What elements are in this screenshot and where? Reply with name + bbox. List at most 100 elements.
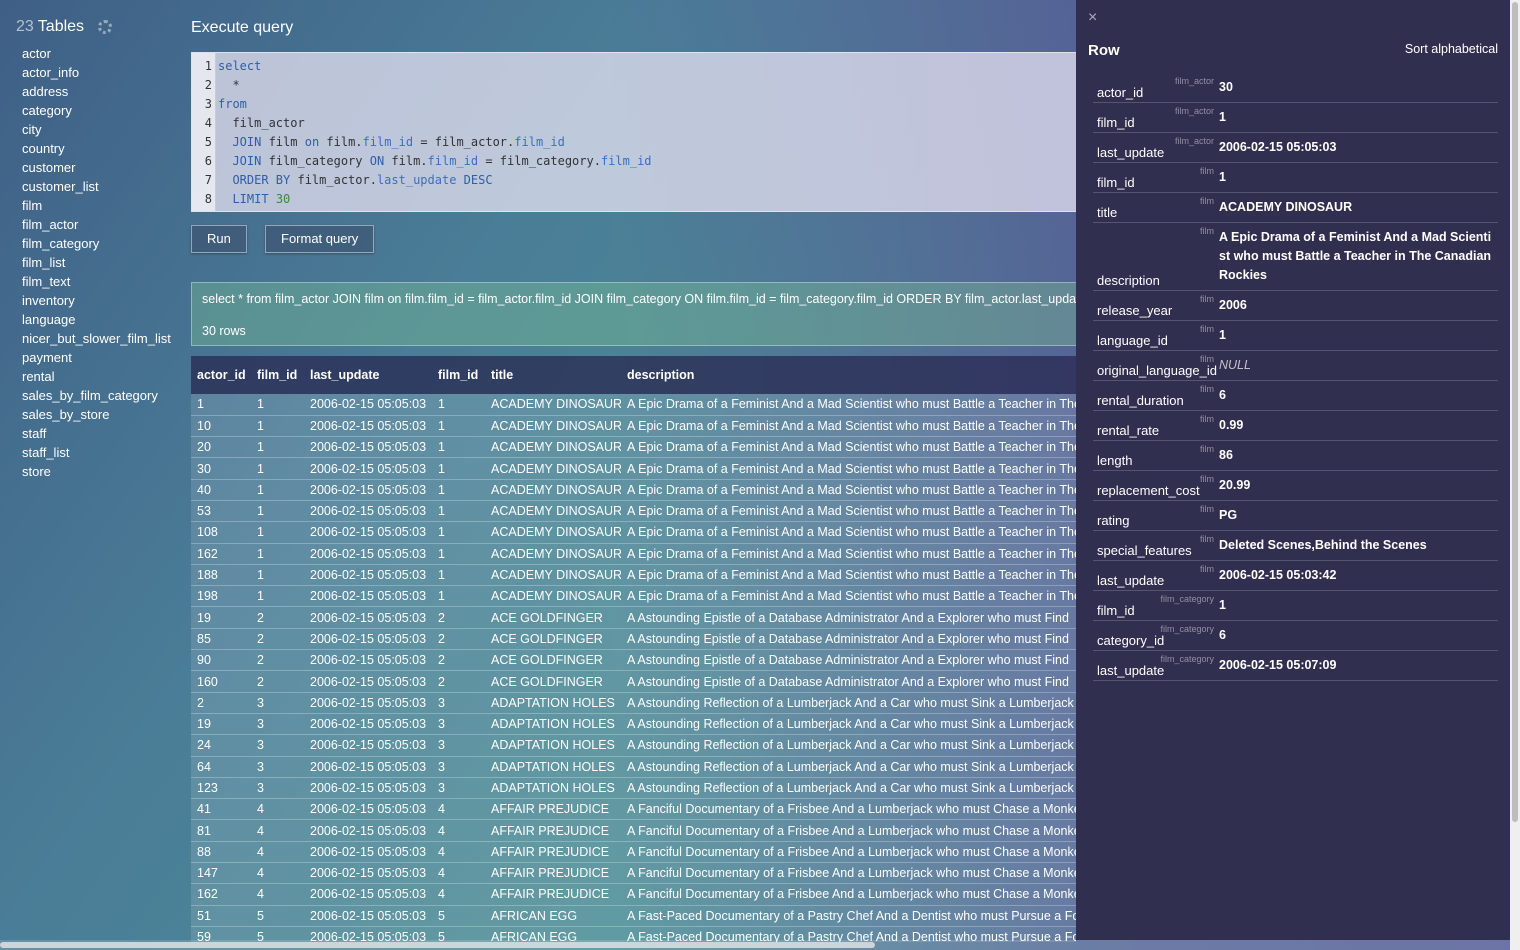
table-row[interactable]: 10 1 2006-02-15 05:05:03 1 ACADEMY DINOSAUR A…	[191, 415, 1076, 438]
sidebar-item-address[interactable]: address	[22, 82, 180, 101]
table-cell-film_id[interactable]: 1	[432, 415, 485, 438]
table-row[interactable]: 108 1 2006-02-15 05:05:03 1 ACADEMY DINOSAUR…	[191, 521, 1076, 544]
column-header-title[interactable]: title	[485, 356, 621, 394]
table-cell-film_id[interactable]: 3	[432, 756, 485, 778]
table-cell-description[interactable]: A Epic Drama of a Feminist And a Mad Sci…	[621, 564, 1076, 587]
table-cell-last_update[interactable]: 2006-02-15 05:05:03	[304, 585, 432, 608]
table-cell-film_id[interactable]: 3	[251, 734, 304, 757]
table-row[interactable]: 123 3 2006-02-15 05:05:03 3 ADAPTATION HOLES…	[191, 777, 1076, 800]
table-cell-actor_id[interactable]: 30	[191, 457, 251, 480]
table-cell-film_id[interactable]: 4	[432, 798, 485, 821]
table-cell-last_update[interactable]: 2006-02-15 05:05:03	[304, 479, 432, 501]
sidebar-item-language[interactable]: language	[22, 310, 180, 329]
column-header-description[interactable]: description	[621, 356, 1076, 394]
table-cell-last_update[interactable]: 2006-02-15 05:05:03	[304, 756, 432, 778]
table-row[interactable]: 198 1 2006-02-15 05:05:03 1 ACADEMY DINOSAUR…	[191, 585, 1076, 608]
table-cell-last_update[interactable]: 2006-02-15 05:05:03	[304, 819, 432, 842]
table-row[interactable]: 162 4 2006-02-15 05:05:03 4 AFFAIR PREJUDICE…	[191, 883, 1076, 906]
table-cell-film_id[interactable]: 3	[432, 713, 485, 736]
table-cell-actor_id[interactable]: 88	[191, 841, 251, 864]
table-cell-description[interactable]: A Epic Drama of a Feminist And a Mad Sci…	[621, 585, 1076, 608]
table-cell-last_update[interactable]: 2006-02-15 05:05:03	[304, 500, 432, 523]
sidebar-item-actor[interactable]: actor	[22, 44, 180, 63]
table-row[interactable]: 90 2 2006-02-15 05:05:03 2 ACE GOLDFINGER A A…	[191, 649, 1076, 672]
table-cell-actor_id[interactable]: 160	[191, 670, 251, 693]
sidebar-item-customer[interactable]: customer	[22, 158, 180, 177]
table-cell-description[interactable]: A Epic Drama of a Feminist And a Mad Sci…	[621, 415, 1076, 438]
table-row[interactable]: 41 4 2006-02-15 05:05:03 4 AFFAIR PREJUDICE A…	[191, 798, 1076, 821]
table-cell-film_id[interactable]: 1	[251, 436, 304, 459]
table-cell-last_update[interactable]: 2006-02-15 05:05:03	[304, 394, 432, 416]
table-cell-film_id[interactable]: 1	[251, 564, 304, 587]
table-row[interactable]: 30 1 2006-02-15 05:05:03 1 ACADEMY DINOSAUR A…	[191, 457, 1076, 480]
column-header-film_id[interactable]: film_id	[432, 356, 485, 394]
table-cell-film_id[interactable]: 1	[251, 585, 304, 608]
table-cell-description[interactable]: A Astounding Epistle of a Database Admin…	[621, 628, 1076, 651]
table-cell-last_update[interactable]: 2006-02-15 05:05:03	[304, 713, 432, 736]
table-cell-actor_id[interactable]: 162	[191, 543, 251, 565]
table-cell-title[interactable]: ACE GOLDFINGER	[485, 606, 621, 629]
table-cell-film_id[interactable]: 4	[432, 841, 485, 864]
table-cell-film_id[interactable]: 3	[251, 713, 304, 736]
table-cell-title[interactable]: AFFAIR PREJUDICE	[485, 798, 621, 821]
table-cell-last_update[interactable]: 2006-02-15 05:05:03	[304, 692, 432, 714]
table-cell-last_update[interactable]: 2006-02-15 05:05:03	[304, 543, 432, 565]
table-cell-film_id[interactable]: 5	[432, 905, 485, 927]
sidebar-item-city[interactable]: city	[22, 120, 180, 139]
table-cell-actor_id[interactable]: 19	[191, 606, 251, 629]
table-cell-film_id[interactable]: 1	[251, 394, 304, 416]
table-cell-film_id[interactable]: 3	[432, 777, 485, 800]
table-cell-title[interactable]: ACE GOLDFINGER	[485, 670, 621, 693]
sidebar-item-payment[interactable]: payment	[22, 348, 180, 367]
run-button[interactable]: Run	[191, 225, 247, 253]
table-cell-actor_id[interactable]: 51	[191, 905, 251, 927]
table-cell-film_id[interactable]: 3	[251, 692, 304, 714]
table-cell-last_update[interactable]: 2006-02-15 05:05:03	[304, 798, 432, 821]
table-cell-film_id[interactable]: 4	[432, 883, 485, 906]
table-cell-actor_id[interactable]: 162	[191, 883, 251, 906]
table-cell-description[interactable]: A Astounding Epistle of a Database Admin…	[621, 606, 1076, 629]
table-row[interactable]: 20 1 2006-02-15 05:05:03 1 ACADEMY DINOSAUR A…	[191, 436, 1076, 459]
table-row[interactable]: 19 2 2006-02-15 05:05:03 2 ACE GOLDFINGER A A…	[191, 606, 1076, 629]
table-cell-title[interactable]: AFFAIR PREJUDICE	[485, 819, 621, 842]
table-cell-actor_id[interactable]: 24	[191, 734, 251, 757]
table-row[interactable]: 2 3 2006-02-15 05:05:03 3 ADAPTATION HOLES A …	[191, 692, 1076, 714]
table-cell-title[interactable]: ACADEMY DINOSAUR	[485, 436, 621, 459]
table-cell-description[interactable]: A Epic Drama of a Feminist And a Mad Sci…	[621, 479, 1076, 501]
table-cell-description[interactable]: A Epic Drama of a Feminist And a Mad Sci…	[621, 436, 1076, 459]
sidebar-item-film_category[interactable]: film_category	[22, 234, 180, 253]
sidebar-item-nicer_but_slower_film_list[interactable]: nicer_but_slower_film_list	[22, 329, 180, 348]
table-cell-description[interactable]: A Astounding Reflection of a Lumberjack …	[621, 734, 1076, 757]
table-cell-last_update[interactable]: 2006-02-15 05:05:03	[304, 862, 432, 885]
table-cell-actor_id[interactable]: 147	[191, 862, 251, 885]
sidebar-item-staff[interactable]: staff	[22, 424, 180, 443]
table-cell-description[interactable]: A Epic Drama of a Feminist And a Mad Sci…	[621, 521, 1076, 544]
table-cell-title[interactable]: ADAPTATION HOLES	[485, 692, 621, 714]
table-cell-last_update[interactable]: 2006-02-15 05:05:03	[304, 415, 432, 438]
table-cell-film_id[interactable]: 2	[251, 628, 304, 651]
sidebar-item-inventory[interactable]: inventory	[22, 291, 180, 310]
table-cell-actor_id[interactable]: 1	[191, 394, 251, 416]
table-cell-last_update[interactable]: 2006-02-15 05:05:03	[304, 521, 432, 544]
table-cell-actor_id[interactable]: 108	[191, 521, 251, 544]
table-cell-title[interactable]: AFFAIR PREJUDICE	[485, 862, 621, 885]
table-cell-film_id[interactable]: 3	[432, 734, 485, 757]
table-cell-title[interactable]: ADAPTATION HOLES	[485, 756, 621, 778]
table-cell-film_id[interactable]: 1	[251, 415, 304, 438]
table-cell-title[interactable]: AFFAIR PREJUDICE	[485, 841, 621, 864]
table-row[interactable]: 53 1 2006-02-15 05:05:03 1 ACADEMY DINOSAUR A…	[191, 500, 1076, 523]
table-cell-title[interactable]: ACADEMY DINOSAUR	[485, 415, 621, 438]
table-cell-actor_id[interactable]: 64	[191, 756, 251, 778]
table-cell-title[interactable]: ACADEMY DINOSAUR	[485, 500, 621, 523]
result-grid[interactable]: actor_id film_id last_update film_id title de…	[191, 356, 1076, 942]
table-cell-actor_id[interactable]: 40	[191, 479, 251, 501]
table-cell-description[interactable]: A Astounding Reflection of a Lumberjack …	[621, 692, 1076, 714]
table-cell-film_id[interactable]: 4	[432, 862, 485, 885]
table-cell-description[interactable]: A Fanciful Documentary of a Frisbee And …	[621, 883, 1076, 906]
table-cell-description[interactable]: A Fanciful Documentary of a Frisbee And …	[621, 819, 1076, 842]
table-cell-film_id[interactable]: 5	[251, 905, 304, 927]
table-cell-description[interactable]: A Fast-Paced Documentary of a Pastry Che…	[621, 905, 1076, 927]
table-cell-actor_id[interactable]: 53	[191, 500, 251, 523]
table-cell-title[interactable]: ACADEMY DINOSAUR	[485, 543, 621, 565]
sidebar-item-film_text[interactable]: film_text	[22, 272, 180, 291]
